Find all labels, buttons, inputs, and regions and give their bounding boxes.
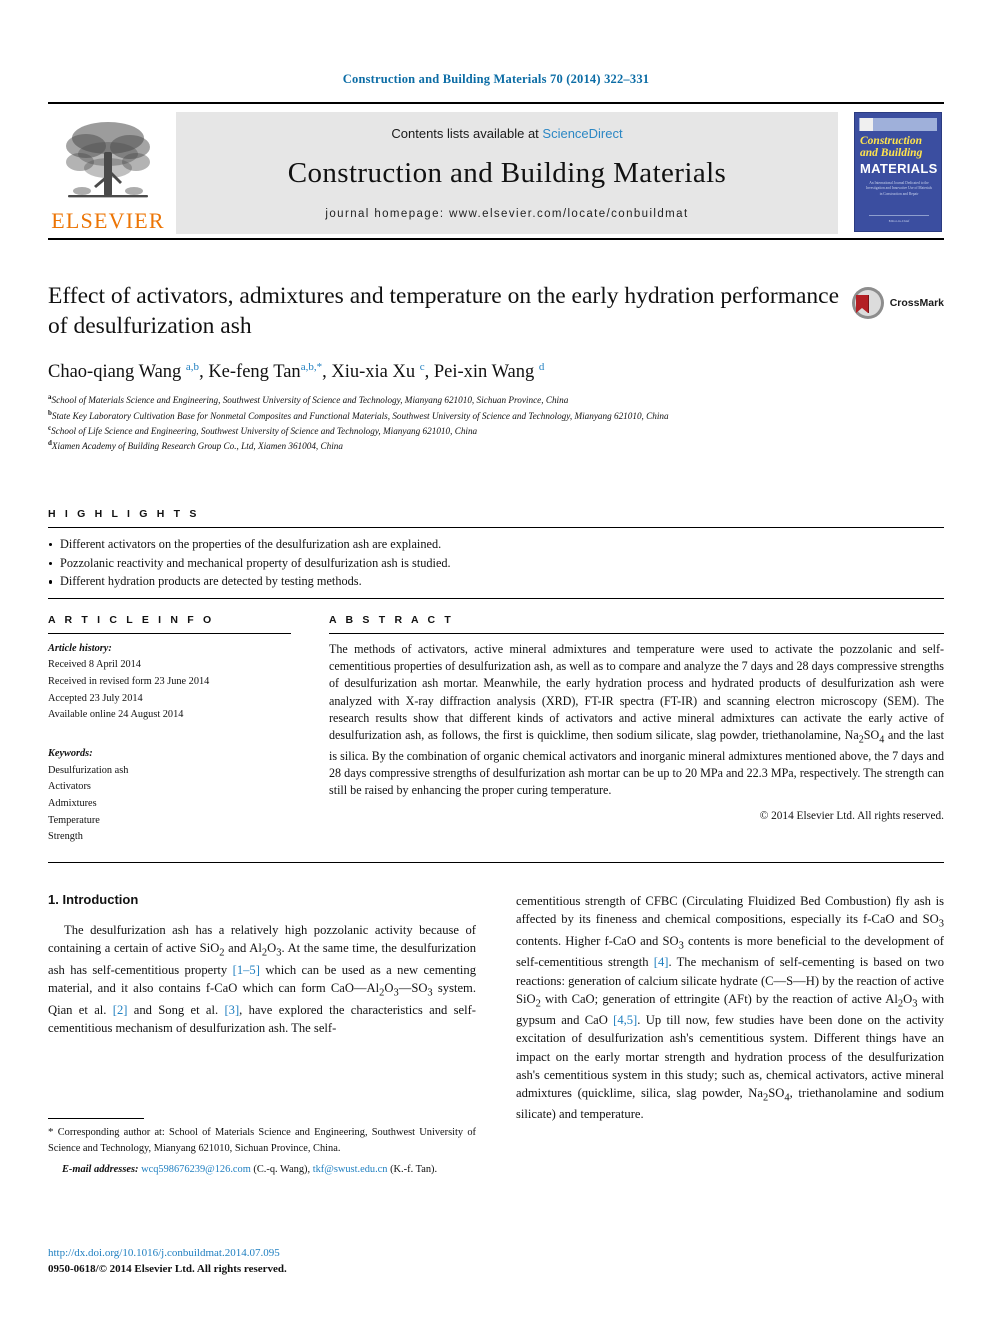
doi-block: http://dx.doi.org/10.1016/j.conbuildmat.… — [48, 1246, 476, 1278]
body-column-left: 1. Introduction The desulfurization ash … — [48, 892, 476, 1124]
cover-line-3: MATERIALS — [860, 161, 938, 176]
article-history-label: Article history: — [48, 643, 112, 654]
doi-link[interactable]: http://dx.doi.org/10.1016/j.conbuildmat.… — [48, 1246, 476, 1262]
crossmark-badge[interactable]: CrossMark — [851, 286, 944, 320]
corresponding-author-note: * Corresponding author at: School of Mat… — [48, 1126, 476, 1154]
footnote-divider — [48, 1118, 144, 1119]
section-heading-introduction: 1. Introduction — [48, 892, 139, 907]
highlights-list: Different activators on the properties o… — [48, 535, 944, 591]
footnote-block: * Corresponding author at: School of Mat… — [48, 1118, 476, 1177]
keyword-item: Activators — [48, 781, 91, 793]
highlights-section: H I G H L I G H T S Different activators… — [48, 508, 944, 600]
cover-elsevier-mark — [860, 118, 873, 131]
elsevier-logo: ELSEVIER — [48, 112, 168, 234]
masthead-divider — [48, 238, 944, 240]
journal-title: Construction and Building Materials — [287, 157, 727, 189]
affiliation-item: aSchool of Materials Science and Enginee… — [48, 392, 944, 407]
cover-line-1: Construction — [860, 135, 922, 147]
crossmark-label: CrossMark — [889, 297, 944, 309]
journal-cover-thumbnail: Construction and Building MATERIALS An I… — [848, 112, 944, 234]
journal-banner: Contents lists available at ScienceDirec… — [176, 112, 838, 234]
article-info-divider — [48, 633, 291, 634]
keywords-label: Keywords: — [48, 748, 93, 760]
article-history-item: Received 8 April 2014 — [48, 659, 141, 671]
journal-masthead: ELSEVIER Contents lists available at Sci… — [48, 102, 944, 240]
abstract-divider — [329, 633, 944, 634]
affiliation-item: bState Key Laboratory Cultivation Base f… — [48, 408, 944, 423]
cover-subtitle: An International Journal Dedicated to th… — [866, 181, 932, 196]
affiliation-text: School of Life Science and Engineering, … — [51, 426, 478, 437]
article-history-item: Accepted 23 July 2014 — [48, 692, 143, 704]
list-item: Pozzolanic reactivity and mechanical pro… — [48, 554, 944, 573]
info-abstract-section: A R T I C L E I N F O Article history: R… — [48, 614, 944, 846]
cover-footer: Editor-in-Chief — [888, 219, 910, 223]
title-block: Effect of activators, admixtures and tem… — [48, 282, 944, 454]
abstract-heading: A B S T R A C T — [329, 614, 454, 626]
list-item: Different hydration products are detecte… — [48, 572, 944, 591]
affiliation-text: State Key Laboratory Cultivation Base fo… — [51, 410, 669, 421]
keyword-item: Temperature — [48, 814, 100, 826]
contents-available-line: Contents lists available at ScienceDirec… — [391, 126, 622, 141]
list-item: Different activators on the properties o… — [48, 535, 944, 554]
keyword-item: Desulfurization ash — [48, 764, 129, 776]
page-title: Effect of activators, admixtures and tem… — [48, 283, 840, 339]
intro-paragraph-left: The desulfurization ash has a relatively… — [48, 923, 477, 1035]
keyword-item: Admixtures — [48, 797, 97, 809]
affiliation-text: School of Materials Science and Engineer… — [51, 395, 569, 406]
abstract-body: The methods of activators, active minera… — [329, 642, 944, 797]
info-abstract-divider-bottom — [48, 862, 944, 863]
issn-copyright-line: 0950-0618/© 2014 Elsevier Ltd. All right… — [48, 1262, 287, 1275]
author-list: Chao-qiang Wang a,b, Ke-feng Tana,b,*, X… — [48, 361, 545, 383]
affiliation-item: cSchool of Life Science and Engineering,… — [48, 423, 944, 438]
affiliation-list: aSchool of Materials Science and Enginee… — [48, 392, 944, 453]
article-info-heading: A R T I C L E I N F O — [48, 614, 215, 626]
abstract-column: A B S T R A C T The methods of activator… — [329, 614, 944, 846]
journal-homepage-link[interactable]: journal homepage: www.elsevier.com/locat… — [325, 208, 688, 220]
paper-page: Construction and Building Materials 70 (… — [0, 0, 992, 1323]
running-head: Construction and Building Materials 70 (… — [342, 72, 650, 86]
highlights-heading: H I G H L I G H T S — [48, 508, 200, 520]
elsevier-wordmark: ELSEVIER — [51, 208, 165, 233]
intro-paragraph-right: cementitious strength of CFBC (Circulati… — [516, 894, 945, 1122]
email-addresses-note[interactable]: E-mail addresses: wcq598676239@126.com (… — [48, 1162, 476, 1177]
elsevier-tree-icon — [66, 122, 150, 198]
highlights-divider-bottom — [48, 598, 944, 600]
body-columns: 1. Introduction The desulfurization ash … — [48, 892, 944, 1124]
crossmark-shield-icon — [851, 287, 884, 319]
contents-prefix: Contents lists available at — [391, 126, 543, 141]
article-history-item: Received in revised form 23 June 2014 — [48, 676, 210, 688]
article-info-column: A R T I C L E I N F O Article history: R… — [48, 614, 291, 846]
body-column-right: cementitious strength of CFBC (Circulati… — [516, 892, 944, 1124]
affiliation-text: Xiamen Academy of Building Research Grou… — [51, 441, 343, 452]
affiliation-item: dXiamen Academy of Building Research Gro… — [48, 438, 944, 453]
abstract-copyright: © 2014 Elsevier Ltd. All rights reserved… — [759, 810, 944, 823]
keyword-item: Strength — [48, 831, 83, 843]
sciencedirect-link[interactable]: ScienceDirect — [542, 126, 622, 141]
cover-line-2: and Building — [860, 147, 923, 159]
keywords-block: Keywords: Desulfurization ash Activators… — [48, 746, 291, 846]
article-history-item: Available online 24 August 2014 — [48, 709, 184, 721]
highlights-divider-top — [48, 527, 944, 528]
